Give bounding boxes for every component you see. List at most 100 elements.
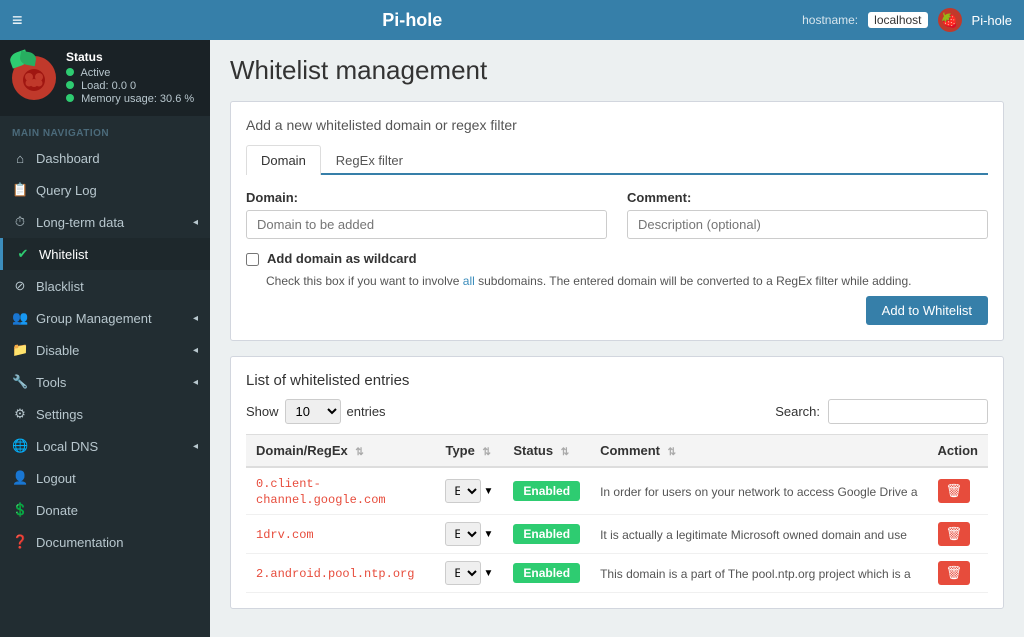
comment-group: Comment: [627,190,988,239]
sort-domain-icon[interactable]: ⇅ [355,447,363,458]
active-label: Active [80,67,110,79]
th-action-label: Action [938,443,978,458]
querylog-icon: 📋 [12,182,28,198]
raspberry-svg [19,63,49,93]
sidebar-item-logout[interactable]: 👤 Logout [0,462,210,494]
th-comment-label: Comment [600,443,660,458]
wildcard-label: Add domain as wildcard [267,251,417,266]
search-section: Search: [775,399,988,424]
main-content: Whitelist management Add a new whitelist… [210,40,1024,637]
list-card-body: List of whitelisted entries Show 10 25 5… [231,357,1003,608]
sidebar-item-donate[interactable]: 💲 Donate [0,494,210,526]
type-wrapper-1: E ▼ [445,522,493,546]
sidebar-label-whitelist: Whitelist [39,247,88,262]
topbar-right: hostname: localhost 🍓 Pi-hole [802,8,1012,32]
type-dropdown-icon-0: ▼ [483,486,493,497]
tools-icon: 🔧 [12,374,28,390]
comment-input[interactable] [627,210,988,239]
comment-label: Comment: [627,190,988,205]
show-label: Show [246,404,279,419]
entries-select[interactable]: 10 25 50 100 [285,399,341,424]
sidebar-item-tools[interactable]: 🔧 Tools ◂ [0,366,210,398]
documentation-icon: ❓ [12,534,28,550]
sidebar-label-dashboard: Dashboard [36,151,100,166]
status-badge-0: Enabled [513,481,580,501]
wildcard-checkbox[interactable] [246,253,259,266]
logout-icon: 👤 [12,470,28,486]
search-label: Search: [775,404,820,419]
search-input[interactable] [828,399,988,424]
table-row: 0.client-channel.google.com E ▼ Enabled … [246,467,988,515]
sidebar-item-disable[interactable]: 📁 Disable ◂ [0,334,210,366]
status-badge-1: Enabled [513,524,580,544]
memory-label: Memory usage: 30.6 % [81,93,194,105]
th-domain: Domain/RegEx ⇅ [246,435,435,468]
type-select-0[interactable]: E [445,479,481,503]
domain-input[interactable] [246,210,607,239]
cell-comment-1: It is actually a legitimate Microsoft ow… [590,515,927,554]
cell-type-2: E ▼ [435,554,503,593]
wildcard-label-strong: Add domain as wildcard [267,251,417,266]
sidebar-item-groupmgmt[interactable]: 👥 Group Management ◂ [0,302,210,334]
active-dot [66,68,74,76]
sort-comment-icon[interactable]: ⇅ [668,447,676,458]
add-to-whitelist-button[interactable]: Add to Whitelist [866,296,988,325]
sidebar-item-dashboard[interactable]: ⌂ Dashboard [0,143,210,174]
sidebar-item-localdns[interactable]: 🌐 Local DNS ◂ [0,430,210,462]
sidebar-item-blacklist[interactable]: ⊘ Blacklist [0,270,210,302]
status-memory: Memory usage: 30.6 % [66,93,194,105]
sidebar-item-querylog[interactable]: 📋 Query Log [0,174,210,206]
cell-type-0: E ▼ [435,467,503,515]
disable-icon: 📁 [12,342,28,358]
sidebar-label-logout: Logout [36,471,76,486]
pihole-logo [12,56,56,100]
wildcard-highlight: all [463,274,475,288]
th-action: Action [928,435,988,468]
table-row: 1drv.com E ▼ Enabled It is actually a le… [246,515,988,554]
type-wrapper-2: E ▼ [445,561,493,585]
longterm-arrow: ◂ [193,217,198,228]
tab-regex[interactable]: RegEx filter [321,145,418,175]
wildcard-row: Add domain as wildcard [246,251,988,266]
th-type: Type ⇅ [435,435,503,468]
tab-domain[interactable]: Domain [246,145,321,175]
type-select-2[interactable]: E [445,561,481,585]
sidebar-item-settings[interactable]: ⚙ Settings [0,398,210,430]
sidebar-label-documentation: Documentation [36,535,123,550]
type-select-1[interactable]: E [445,522,481,546]
longterm-icon: ⏱ [12,214,28,230]
comment-text-2: This domain is a part of The pool.ntp.or… [600,567,911,581]
brand-pi: Pi- [382,10,405,30]
blacklist-icon: ⊘ [12,278,28,294]
hamburger-button[interactable]: ≡ [12,10,23,31]
domain-link-0[interactable]: 0.client-channel.google.com [256,477,386,507]
th-domain-label: Domain/RegEx [256,443,348,458]
sort-status-icon[interactable]: ⇅ [561,447,569,458]
th-type-label: Type [445,443,474,458]
domain-link-2[interactable]: 2.android.pool.ntp.org [256,567,414,581]
th-status-label: Status [513,443,553,458]
delete-button-2[interactable]: 🗑 [938,561,971,585]
delete-button-1[interactable]: 🗑 [938,522,971,546]
cell-comment-2: This domain is a part of The pool.ntp.or… [590,554,927,593]
delete-button-0[interactable]: 🗑 [938,479,971,503]
domain-link-1[interactable]: 1drv.com [256,528,314,542]
sidebar-item-documentation[interactable]: ❓ Documentation [0,526,210,558]
donate-icon: 💲 [12,502,28,518]
sidebar-item-whitelist[interactable]: ✔ Whitelist [0,238,210,270]
list-card: List of whitelisted entries Show 10 25 5… [230,356,1004,609]
cell-action-2: 🗑 [928,554,988,593]
sort-type-icon[interactable]: ⇅ [482,447,490,458]
sidebar-label-querylog: Query Log [36,183,97,198]
sidebar-label-groupmgmt: Group Management [36,311,152,326]
load-dot [66,81,74,89]
brand: Pi-hole [23,10,803,31]
add-whitelist-card: Add a new whitelisted domain or regex fi… [230,101,1004,341]
sidebar: Status Active Load: 0.0 0 Memory usage: … [0,40,210,637]
top-navbar: ≡ Pi-hole hostname: localhost 🍓 Pi-hole [0,0,1024,40]
domain-label: Domain: [246,190,607,205]
table-header-row: Domain/RegEx ⇅ Type ⇅ Status ⇅ [246,435,988,468]
sidebar-label-settings: Settings [36,407,83,422]
tabs-nav: Domain RegEx filter [246,145,988,175]
sidebar-item-longterm[interactable]: ⏱ Long-term data ◂ [0,206,210,238]
